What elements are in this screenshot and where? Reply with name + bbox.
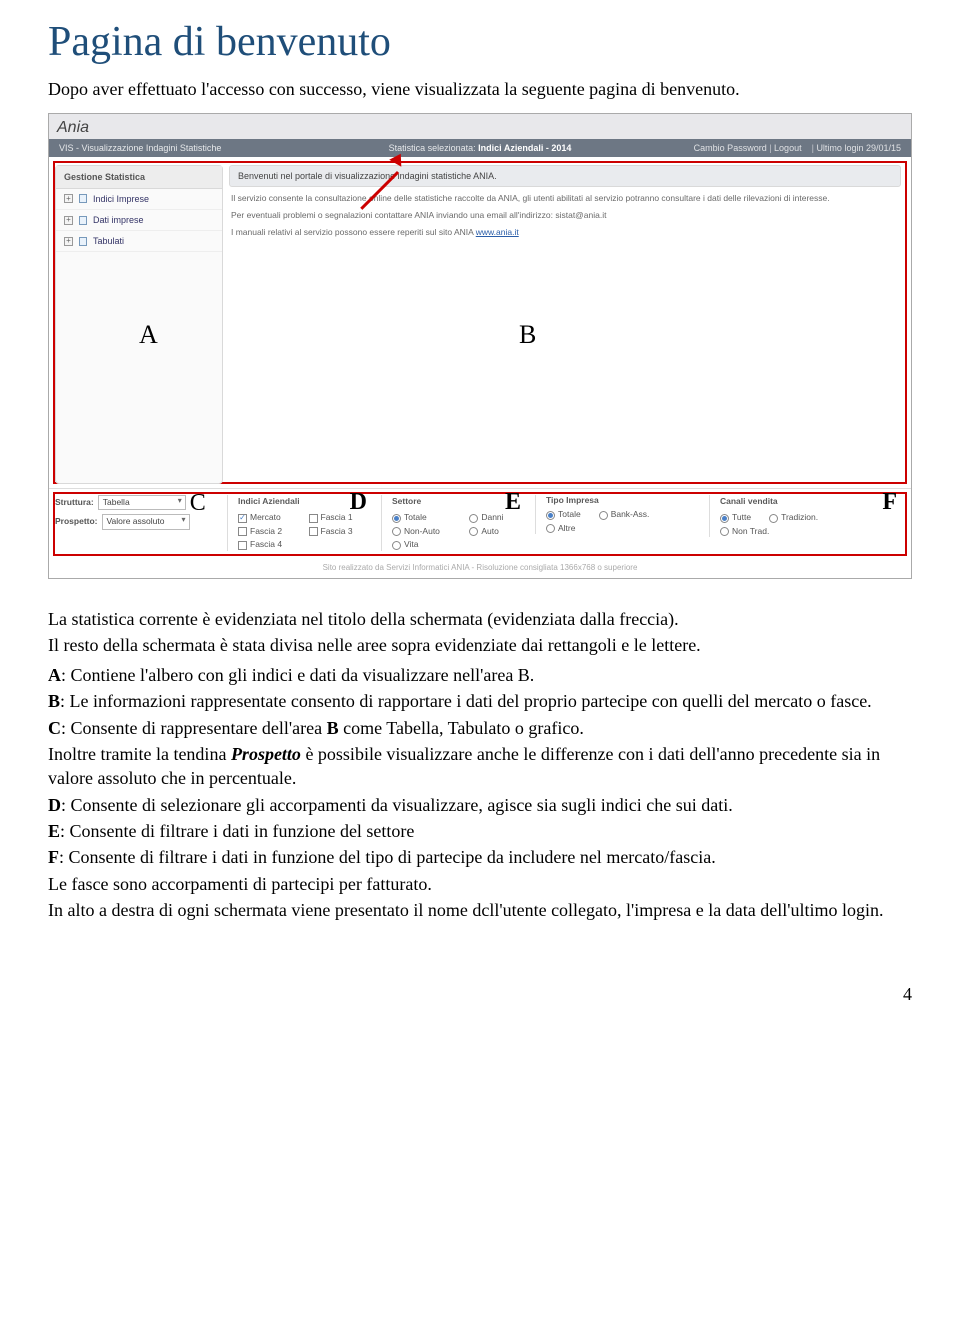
def-A: A: Contiene l'albero con gli indici e da… (48, 663, 912, 687)
app-statusbar: VIS - Visualizzazione Indagini Statistic… (49, 139, 911, 157)
callout-E: E (505, 495, 521, 509)
def-C-sub: Inoltre tramite la tendina Prospetto è p… (48, 742, 912, 791)
def-F-sub: Le fasce sono accorpamenti di partecipi … (48, 872, 912, 896)
link-change-password[interactable]: Cambio Password (694, 143, 767, 153)
welcome-p1: Il servizio consente la consultazione on… (231, 193, 899, 204)
label-struttura: Struttura: (55, 497, 94, 508)
group-title-tipo: Tipo Impresa (546, 495, 599, 506)
def-D: D: Consente di selezionare gli accorpame… (48, 793, 912, 817)
def-F: F: Consente di filtrare i dati in funzio… (48, 845, 912, 869)
stat-selected: Indici Aziendali - 2014 (478, 143, 571, 153)
welcome-title: Benvenuti nel portale di visualizzazione… (229, 165, 901, 187)
callout-B: B (519, 317, 536, 352)
screenshot-footnote: Sito realizzato da Servizi Informatici A… (49, 559, 911, 578)
sidebar-item[interactable]: + Dati imprese (56, 210, 222, 231)
radio-icon[interactable] (546, 524, 555, 533)
expand-icon[interactable]: + (64, 194, 73, 203)
body-p1: La statistica corrente è evidenziata nel… (48, 607, 912, 631)
checkbox-icon[interactable] (238, 514, 247, 523)
closing-paragraph: In alto a destra di ogni schermata viene… (48, 898, 912, 922)
last-login: Ultimo login 29/01/15 (809, 143, 901, 153)
group-tipo: Tipo Impresa Totale Bank-Ass. Altre (535, 495, 705, 534)
sidebar-item-label: Tabulati (93, 235, 124, 247)
dropdown-struttura[interactable]: Tabella (98, 495, 186, 510)
label-prospetto: Prospetto: (55, 516, 98, 527)
callout-A: A (139, 317, 158, 352)
radio-icon[interactable] (769, 514, 778, 523)
radio-icon[interactable] (599, 511, 608, 520)
radio-icon[interactable] (392, 541, 401, 550)
callout-F: F (882, 495, 897, 509)
page-title: Pagina di benvenuto (48, 14, 912, 71)
radio-icon[interactable] (720, 514, 729, 523)
radio-icon[interactable] (469, 514, 478, 523)
expand-icon[interactable]: + (64, 237, 73, 246)
screenshot-panel: Ania VIS - Visualizzazione Indagini Stat… (48, 113, 912, 579)
def-B: B: Le informazioni rappresentate consent… (48, 689, 912, 713)
group-title-canali: Canali vendita (720, 496, 778, 507)
group-title-settore: Settore (392, 496, 421, 507)
group-indici: Indici AziendaliD Mercato Fascia 1 Fasci… (227, 495, 377, 551)
def-E: E: Consente di filtrare i dati in funzio… (48, 819, 912, 843)
app-subtitle: VIS - Visualizzazione Indagini Statistic… (59, 142, 221, 154)
stat-prefix: Statistica selezionata: (389, 143, 479, 153)
app-brand: Ania (49, 114, 911, 139)
callout-C: C (190, 496, 206, 510)
radio-icon[interactable] (469, 527, 478, 536)
doc-icon (79, 216, 87, 225)
checkbox-icon[interactable] (309, 514, 318, 523)
sidebar-item-label: Indici Imprese (93, 193, 149, 205)
def-C: C: Consente di rappresentare dell'area B… (48, 716, 912, 740)
sidebar-item-label: Dati imprese (93, 214, 144, 226)
group-settore: SettoreE Totale Danni Non-Auto Auto Vita (381, 495, 531, 551)
group-canali: Canali venditaF Tutte Tradizion. Non Tra… (709, 495, 907, 537)
body-p2: Il resto della schermata è stata divisa … (48, 633, 912, 657)
welcome-p2: Per eventuali problemi o segnalazioni co… (231, 210, 899, 221)
page-number: 4 (48, 982, 912, 1006)
sidebar-item[interactable]: + Indici Imprese (56, 189, 222, 210)
main-area: Benvenuti nel portale di visualizzazione… (229, 165, 905, 484)
welcome-p3: I manuali relativi al servizio possono e… (231, 227, 899, 238)
radio-icon[interactable] (392, 527, 401, 536)
checkbox-icon[interactable] (238, 541, 247, 550)
link-logout[interactable]: Logout (767, 143, 802, 153)
expand-icon[interactable]: + (64, 216, 73, 225)
doc-icon (79, 194, 87, 203)
group-title-indici: Indici Aziendali (238, 496, 300, 507)
radio-icon[interactable] (546, 511, 555, 520)
callout-D: D (350, 495, 367, 509)
checkbox-icon[interactable] (309, 527, 318, 536)
link-ania[interactable]: www.ania.it (476, 227, 519, 237)
explanation-block: La statistica corrente è evidenziata nel… (48, 607, 912, 923)
intro-text: Dopo aver effettuato l'accesso con succe… (48, 77, 912, 101)
sidebar-title: Gestione Statistica (56, 166, 222, 189)
radio-icon[interactable] (392, 514, 401, 523)
dropdown-prospetto[interactable]: Valore assoluto (102, 514, 190, 529)
sidebar-item[interactable]: + Tabulati (56, 231, 222, 252)
radio-icon[interactable] (720, 527, 729, 536)
doc-icon (79, 237, 87, 246)
checkbox-icon[interactable] (238, 527, 247, 536)
